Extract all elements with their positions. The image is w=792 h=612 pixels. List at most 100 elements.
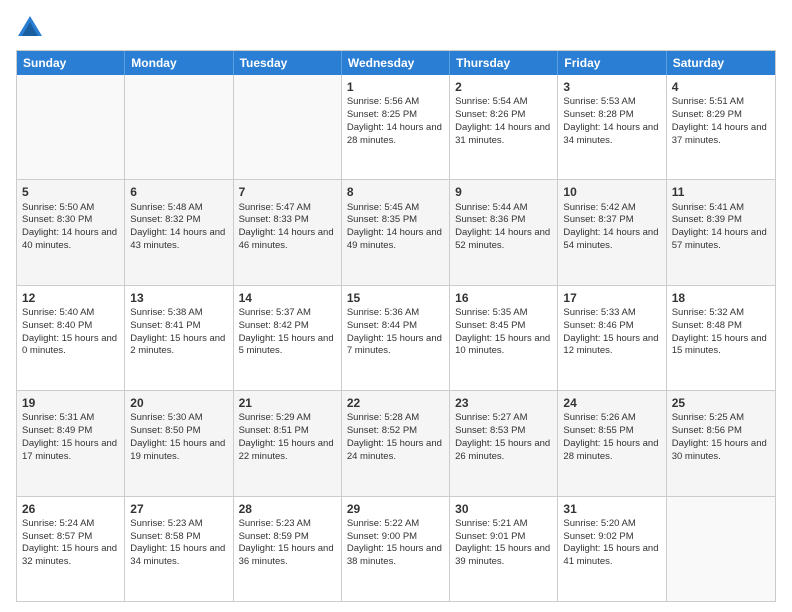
- calendar-cell: 2Sunrise: 5:54 AM Sunset: 8:26 PM Daylight…: [450, 75, 558, 179]
- sunrise-text: Sunrise: 5:40 AM: [22, 307, 94, 318]
- sunset-text: Sunset: 8:56 PM: [672, 425, 742, 436]
- day-number: 15: [347, 290, 444, 306]
- sunset-text: Sunset: 8:52 PM: [347, 425, 417, 436]
- calendar-cell: 17Sunrise: 5:33 AMSunset: 8:46 PMDayligh…: [558, 286, 666, 390]
- calendar-day-header: Sunday: [17, 51, 125, 75]
- calendar-day-header: Friday: [558, 51, 666, 75]
- sunrise-text: Sunrise: 5:54 AM: [455, 96, 527, 107]
- sunrise-text: Sunrise: 5:32 AM: [672, 307, 744, 318]
- day-number: 12: [22, 290, 119, 306]
- day-number: 30: [455, 501, 552, 517]
- daylight-text: Daylight: 15 hours and 41 minutes.: [563, 543, 658, 567]
- calendar-cell: [125, 75, 233, 179]
- daylight-text: Daylight: 15 hours and 12 minutes.: [563, 333, 658, 357]
- sunrise-text: Sunrise: 5:26 AM: [563, 412, 635, 423]
- day-number: 7: [239, 184, 336, 200]
- sunset-text: Sunset: 8:51 PM: [239, 425, 309, 436]
- daylight-text: Daylight: 14 hours and 31 minutes.: [455, 122, 550, 146]
- sunrise-text: Sunrise: 5:31 AM: [22, 412, 94, 423]
- sunrise-text: Sunrise: 5:22 AM: [347, 518, 419, 529]
- calendar-day-header: Thursday: [450, 51, 558, 75]
- day-number: 25: [672, 395, 770, 411]
- calendar: SundayMondayTuesdayWednesdayThursdayFrid…: [16, 50, 776, 602]
- calendar-cell: 27Sunrise: 5:23 AMSunset: 8:58 PMDayligh…: [125, 497, 233, 601]
- daylight-text: Daylight: 14 hours and 40 minutes.: [22, 227, 117, 251]
- sunset-text: Sunset: 8:35 PM: [347, 214, 417, 225]
- calendar-week-row: 1Sunrise: 5:56 AMSunset: 8:25 PMDaylight…: [17, 75, 775, 180]
- day-number: 22: [347, 395, 444, 411]
- calendar-cell: 30Sunrise: 5:21 AMSunset: 9:01 PMDayligh…: [450, 497, 558, 601]
- day-number: 16: [455, 290, 552, 306]
- calendar-cell: 1Sunrise: 5:56 AMSunset: 8:25 PMDaylight…: [342, 75, 450, 179]
- calendar-cell: [17, 75, 125, 179]
- calendar-week-row: 19Sunrise: 5:31 AMSunset: 8:49 PMDayligh…: [17, 391, 775, 496]
- day-number: 4: [672, 79, 770, 95]
- sunrise-text: Sunrise: 5:27 AM: [455, 412, 527, 423]
- calendar-cell: 29Sunrise: 5:22 AMSunset: 9:00 PMDayligh…: [342, 497, 450, 601]
- day-number: 21: [239, 395, 336, 411]
- day-number: 27: [130, 501, 227, 517]
- sunset-text: Sunset: 8:26 PM: [455, 109, 525, 120]
- day-number: 2: [455, 79, 552, 95]
- daylight-text: Daylight: 15 hours and 30 minutes.: [672, 438, 767, 462]
- sunset-text: Sunset: 8:39 PM: [672, 214, 742, 225]
- day-number: 28: [239, 501, 336, 517]
- daylight-text: Daylight: 14 hours and 43 minutes.: [130, 227, 225, 251]
- calendar-cell: 5Sunrise: 5:50 AMSunset: 8:30 PMDaylight…: [17, 180, 125, 284]
- daylight-text: Daylight: 15 hours and 0 minutes.: [22, 333, 117, 357]
- day-number: 3: [563, 79, 660, 95]
- daylight-text: Daylight: 15 hours and 28 minutes.: [563, 438, 658, 462]
- calendar-week-row: 5Sunrise: 5:50 AMSunset: 8:30 PMDaylight…: [17, 180, 775, 285]
- page: SundayMondayTuesdayWednesdayThursdayFrid…: [0, 0, 792, 612]
- daylight-text: Daylight: 14 hours and 28 minutes.: [347, 122, 442, 146]
- sunset-text: Sunset: 8:36 PM: [455, 214, 525, 225]
- daylight-text: Daylight: 14 hours and 57 minutes.: [672, 227, 767, 251]
- calendar-cell: 22Sunrise: 5:28 AMSunset: 8:52 PMDayligh…: [342, 391, 450, 495]
- daylight-text: Daylight: 14 hours and 37 minutes.: [672, 122, 767, 146]
- calendar-cell: 15Sunrise: 5:36 AMSunset: 8:44 PMDayligh…: [342, 286, 450, 390]
- daylight-text: Daylight: 14 hours and 34 minutes.: [563, 122, 658, 146]
- sunset-text: Sunset: 8:33 PM: [239, 214, 309, 225]
- sunset-text: Sunset: 8:28 PM: [563, 109, 633, 120]
- sunrise-text: Sunrise: 5:36 AM: [347, 307, 419, 318]
- sunset-text: Sunset: 8:30 PM: [22, 214, 92, 225]
- sunset-text: Sunset: 8:45 PM: [455, 320, 525, 331]
- logo: [16, 14, 46, 42]
- sunset-text: Sunset: 8:55 PM: [563, 425, 633, 436]
- day-number: 23: [455, 395, 552, 411]
- calendar-cell: 10Sunrise: 5:42 AMSunset: 8:37 PMDayligh…: [558, 180, 666, 284]
- calendar-cell: 16Sunrise: 5:35 AMSunset: 8:45 PMDayligh…: [450, 286, 558, 390]
- daylight-text: Daylight: 15 hours and 34 minutes.: [130, 543, 225, 567]
- calendar-cell: 3Sunrise: 5:53 AMSunset: 8:28 PMDaylight…: [558, 75, 666, 179]
- calendar-day-header: Tuesday: [234, 51, 342, 75]
- sunrise-text: Sunrise: 5:48 AM: [130, 202, 202, 213]
- day-number: 8: [347, 184, 444, 200]
- sunrise-text: Sunrise: 5:33 AM: [563, 307, 635, 318]
- sunrise-text: Sunrise: 5:42 AM: [563, 202, 635, 213]
- sunrise-text: Sunrise: 5:25 AM: [672, 412, 744, 423]
- calendar-day-header: Wednesday: [342, 51, 450, 75]
- daylight-text: Daylight: 14 hours and 49 minutes.: [347, 227, 442, 251]
- sunset-text: Sunset: 8:29 PM: [672, 109, 742, 120]
- day-number: 11: [672, 184, 770, 200]
- day-number: 31: [563, 501, 660, 517]
- daylight-text: Daylight: 15 hours and 10 minutes.: [455, 333, 550, 357]
- calendar-cell: [234, 75, 342, 179]
- sunset-text: Sunset: 8:58 PM: [130, 531, 200, 542]
- calendar-day-header: Saturday: [667, 51, 775, 75]
- day-number: 10: [563, 184, 660, 200]
- sunset-text: Sunset: 8:57 PM: [22, 531, 92, 542]
- calendar-cell: 12Sunrise: 5:40 AMSunset: 8:40 PMDayligh…: [17, 286, 125, 390]
- daylight-text: Daylight: 15 hours and 17 minutes.: [22, 438, 117, 462]
- sunset-text: Sunset: 8:50 PM: [130, 425, 200, 436]
- daylight-text: Daylight: 15 hours and 15 minutes.: [672, 333, 767, 357]
- sunrise-text: Sunrise: 5:51 AM: [672, 96, 744, 107]
- day-number: 13: [130, 290, 227, 306]
- day-number: 26: [22, 501, 119, 517]
- calendar-cell: 23Sunrise: 5:27 AMSunset: 8:53 PMDayligh…: [450, 391, 558, 495]
- sunset-text: Sunset: 9:00 PM: [347, 531, 417, 542]
- day-number: 1: [347, 79, 444, 95]
- daylight-text: Daylight: 15 hours and 39 minutes.: [455, 543, 550, 567]
- daylight-text: Daylight: 15 hours and 19 minutes.: [130, 438, 225, 462]
- sunrise-text: Sunrise: 5:44 AM: [455, 202, 527, 213]
